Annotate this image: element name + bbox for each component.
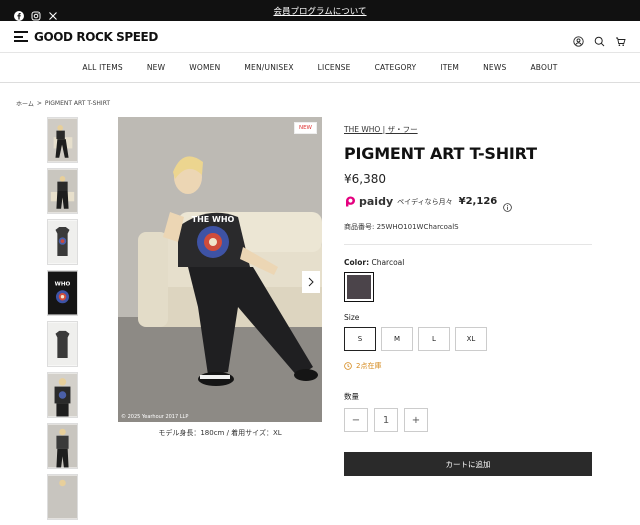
main-product-image[interactable]: THE WHO NEW © 2025 Yearhour 2017 LLP — [118, 117, 322, 422]
paidy-text: ペイディなら月々 — [397, 197, 453, 206]
nav-item-new[interactable]: NEW — [135, 63, 177, 72]
chevron-right-icon — [307, 277, 315, 287]
size-option-s[interactable]: S — [344, 327, 376, 351]
site-header: GOOD ROCK SPEED — [0, 21, 640, 53]
site-logo[interactable]: GOOD ROCK SPEED — [14, 30, 158, 44]
color-label: Color: Charcoal — [344, 258, 592, 267]
paidy-installment: paidy ペイディなら月々 ¥2,126 — [344, 195, 592, 212]
thumbnail-3[interactable] — [47, 219, 78, 265]
info-icon[interactable] — [503, 197, 513, 212]
quantity-increase-button[interactable]: + — [404, 408, 428, 432]
main-nav: ALL ITEMS NEW WOMEN MEN/UNISEX LICENSE C… — [0, 53, 640, 83]
search-icon[interactable] — [594, 32, 605, 46]
nav-item-item[interactable]: ITEM — [428, 63, 471, 72]
instagram-icon[interactable] — [31, 6, 41, 20]
facebook-icon[interactable] — [14, 6, 24, 21]
announcement-bar: 会員プログラムについて — [0, 0, 640, 21]
header-icons — [573, 21, 626, 53]
thumbnail-4[interactable]: WHO — [47, 270, 78, 316]
color-label-title: Color: — [344, 258, 370, 267]
nav-item-men-unisex[interactable]: MEN/UNISEX — [232, 63, 305, 72]
color-value: Charcoal — [371, 258, 405, 267]
stock-status: 2点在庫 — [344, 361, 592, 371]
product-price: ¥6,380 — [344, 172, 386, 186]
clock-icon — [344, 362, 352, 370]
thumbnail-7[interactable] — [47, 423, 78, 469]
next-image-button[interactable] — [302, 271, 320, 293]
image-copyright: © 2025 Yearhour 2017 LLP — [121, 414, 189, 420]
nav-item-all-items[interactable]: ALL ITEMS — [70, 63, 134, 72]
thumbnail-5[interactable] — [47, 321, 78, 367]
thumbnail-8[interactable] — [47, 474, 78, 520]
divider — [344, 244, 592, 245]
size-option-m[interactable]: M — [381, 327, 413, 351]
quantity-input[interactable]: 1 — [374, 408, 398, 432]
paidy-logo: paidy — [344, 195, 393, 208]
paidy-amount: ¥2,126 — [458, 196, 498, 207]
nav-item-category[interactable]: CATEGORY — [363, 63, 429, 72]
logo-mark-icon — [14, 31, 28, 42]
quantity-stepper: − 1 + — [344, 408, 592, 432]
logo-text: GOOD ROCK SPEED — [34, 29, 158, 44]
brand-link[interactable]: THE WHO | ザ・フー — [344, 125, 418, 134]
social-links — [14, 0, 58, 21]
svg-text:THE WHO: THE WHO — [192, 215, 235, 224]
model-photo: THE WHO — [118, 117, 322, 422]
quantity-label: 数量 — [344, 392, 359, 401]
nav-item-license[interactable]: LICENSE — [306, 63, 363, 72]
paidy-wordmark: paidy — [359, 195, 394, 208]
thumbnail-6[interactable] — [47, 372, 78, 418]
size-options: S M L XL — [344, 327, 592, 351]
breadcrumb-separator: > — [36, 100, 42, 107]
breadcrumb: ホーム > PIGMENT ART T-SHIRT — [16, 99, 110, 108]
x-icon[interactable] — [48, 6, 58, 20]
stock-text: 2点在庫 — [356, 362, 382, 370]
product-info: THE WHO | ザ・フー PIGMENT ART T-SHIRT ¥6,38… — [344, 117, 592, 476]
add-to-cart-button[interactable]: カートに追加 — [344, 452, 592, 476]
account-icon[interactable] — [573, 32, 584, 47]
svg-text:WHO: WHO — [55, 282, 71, 288]
cart-icon[interactable] — [615, 32, 626, 46]
thumbnail-1[interactable] — [47, 117, 78, 163]
nav-item-about[interactable]: ABOUT — [518, 63, 569, 72]
quantity-decrease-button[interactable]: − — [344, 408, 368, 432]
product-title: PIGMENT ART T-SHIRT — [344, 144, 537, 163]
new-badge: NEW — [293, 122, 317, 134]
model-caption: モデル身長：180cm / 着用サイズ：XL — [158, 429, 282, 437]
member-program-link[interactable]: 会員プログラムについて — [274, 5, 367, 17]
paidy-mark-icon — [346, 196, 355, 207]
thumbnail-list: WHO — [47, 117, 79, 525]
thumbnail-2[interactable] — [47, 168, 78, 214]
size-option-xl[interactable]: XL — [455, 327, 487, 351]
color-swatch-charcoal[interactable] — [344, 272, 374, 302]
size-option-l[interactable]: L — [418, 327, 450, 351]
nav-item-women[interactable]: WOMEN — [177, 63, 232, 72]
nav-item-news[interactable]: NEWS — [471, 63, 518, 72]
product-sku: 商品番号: 25WHO101WCharcoalS — [344, 223, 459, 231]
breadcrumb-home[interactable]: ホーム — [16, 99, 34, 108]
breadcrumb-current: PIGMENT ART T-SHIRT — [44, 100, 111, 107]
size-label: Size — [344, 313, 360, 322]
